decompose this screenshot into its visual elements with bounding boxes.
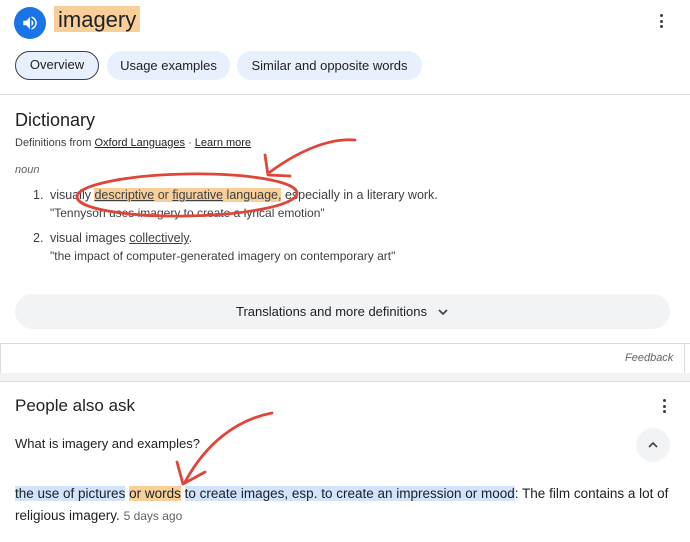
definition-example: "Tennyson uses imagery to create a lyric… bbox=[50, 206, 325, 220]
definition-text: visually descriptive or figurative langu… bbox=[50, 188, 438, 202]
def-text-end: especially in a literary work. bbox=[284, 188, 438, 202]
chevron-down-icon bbox=[438, 308, 448, 315]
divider bbox=[0, 381, 690, 382]
definition-number: 1. bbox=[33, 188, 44, 202]
def-highlight: descriptive or figurative language, bbox=[94, 188, 282, 202]
annotation-arrowhead bbox=[175, 460, 207, 486]
annotation-overlay bbox=[75, 138, 357, 486]
collectively-link[interactable]: collectively bbox=[129, 231, 189, 245]
separator: · bbox=[188, 137, 192, 149]
chevron-up-icon bbox=[648, 441, 658, 448]
volume-icon bbox=[23, 16, 37, 30]
divider bbox=[0, 343, 1, 373]
more-vert-icon[interactable] bbox=[653, 12, 669, 30]
descriptive-link[interactable]: descriptive bbox=[94, 188, 154, 202]
def-text-start: visually bbox=[50, 188, 91, 202]
feedback-link[interactable]: Feedback bbox=[625, 352, 673, 364]
figurative-link[interactable]: figurative bbox=[172, 188, 223, 202]
tab-similar-opposite-words[interactable]: Similar and opposite words bbox=[237, 51, 422, 80]
definition-example: "the impact of computer-generated imager… bbox=[50, 249, 396, 263]
tab-usage-examples[interactable]: Usage examples bbox=[107, 51, 230, 80]
part-of-speech: noun bbox=[15, 164, 40, 176]
pronunciation-button[interactable] bbox=[14, 7, 46, 39]
learn-more-link[interactable]: Learn more bbox=[195, 137, 251, 149]
divider bbox=[0, 94, 690, 95]
translations-button[interactable]: Translations and more definitions bbox=[15, 294, 670, 329]
people-also-ask-heading: People also ask bbox=[15, 396, 136, 415]
def-text-start: visual images bbox=[50, 231, 126, 245]
source-prefix: Definitions from bbox=[15, 137, 92, 149]
search-word: imagery bbox=[54, 6, 141, 32]
section-gap bbox=[0, 373, 690, 381]
definition-number: 2. bbox=[33, 231, 44, 245]
annotation-arrowhead bbox=[263, 153, 292, 178]
def-joiner: or bbox=[157, 188, 169, 202]
dictionary-heading: Dictionary bbox=[15, 110, 96, 130]
answer-highlight-orange: or words bbox=[129, 486, 181, 501]
def-hl-end: language, bbox=[226, 188, 282, 202]
tab-overview[interactable]: Overview bbox=[15, 51, 99, 80]
annotation-arrow bbox=[268, 138, 357, 174]
answer-date: 5 days ago bbox=[123, 509, 183, 523]
divider bbox=[0, 343, 690, 344]
definition-text: visual images collectively. bbox=[50, 231, 192, 245]
divider bbox=[684, 343, 685, 373]
answer-highlight: the use of pictures bbox=[15, 486, 126, 501]
more-vert-icon[interactable] bbox=[656, 397, 672, 415]
collapse-button[interactable] bbox=[636, 428, 670, 462]
translations-label: Translations and more definitions bbox=[235, 304, 427, 319]
paa-question[interactable]: What is imagery and examples? bbox=[15, 436, 200, 451]
oxford-languages-link[interactable]: Oxford Languages bbox=[94, 137, 185, 149]
def-text-end: . bbox=[188, 231, 193, 245]
answer-highlight: to create images, esp. to create an impr… bbox=[184, 486, 515, 501]
definitions-source: Definitions from Oxford Languages · Lear… bbox=[15, 137, 251, 149]
paa-answer: the use of pictures or words to create i… bbox=[15, 483, 675, 527]
